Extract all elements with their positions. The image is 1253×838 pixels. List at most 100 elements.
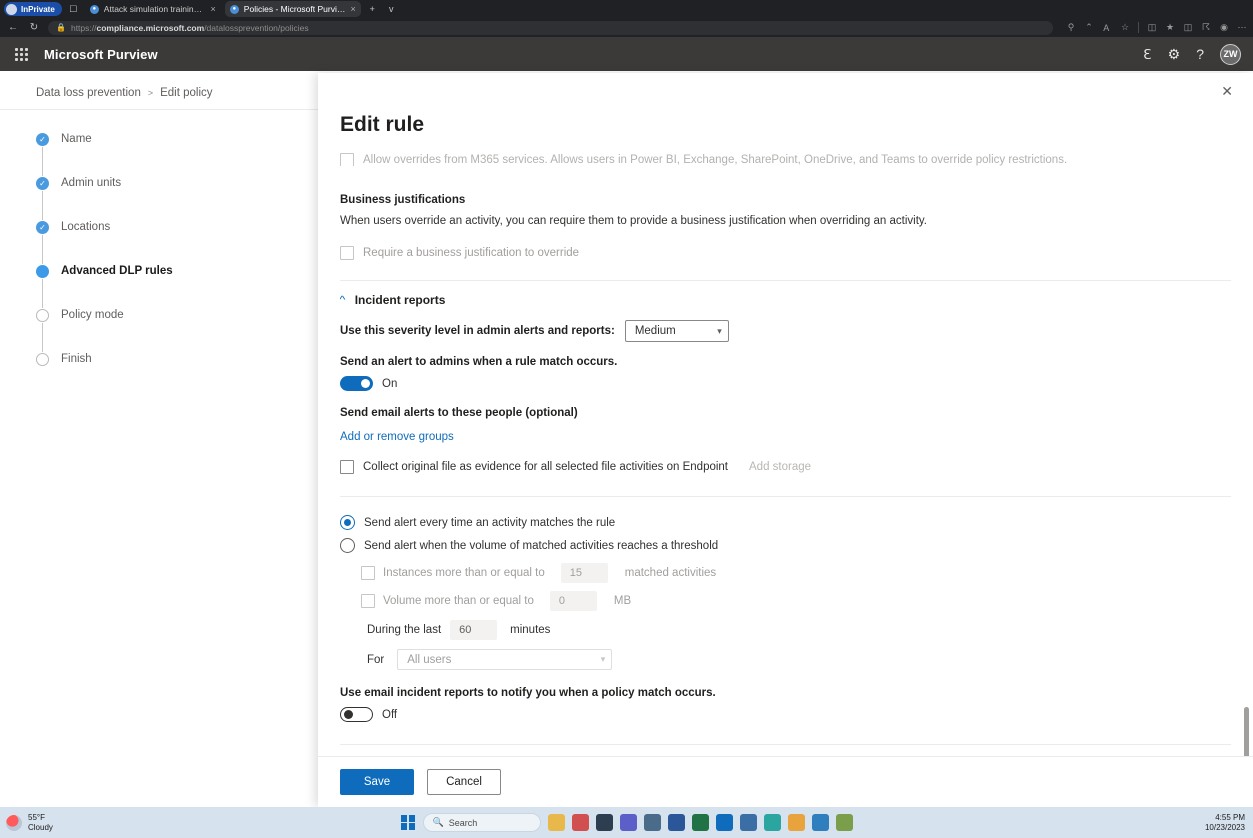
browser-tab-0[interactable]: ● Attack simulation training - Mic × [85, 1, 221, 17]
teams-icon[interactable] [620, 814, 637, 831]
explorer-icon[interactable] [548, 814, 565, 831]
url-path: /datalossprevention/policies [204, 23, 308, 33]
step-complete-icon: ✓ [36, 177, 49, 190]
read-aloud-icon[interactable]: A [1102, 23, 1112, 33]
close-tab-icon[interactable]: × [351, 4, 356, 14]
shield-icon: ● [90, 5, 99, 14]
collect-file-row[interactable]: Collect original file as evidence for al… [340, 460, 1231, 474]
radio-threshold[interactable] [340, 538, 355, 553]
inprivate-badge[interactable]: InPrivate [4, 2, 62, 16]
cancel-button[interactable]: Cancel [427, 769, 501, 795]
instances-input[interactable]: 15 [561, 563, 608, 583]
word-icon[interactable] [668, 814, 685, 831]
chrome-icon[interactable] [788, 814, 805, 831]
volume-label: Volume more than or equal to [383, 595, 534, 607]
email-alerts-label: Send email alerts to these people (optio… [340, 407, 1231, 419]
for-value: All users [407, 654, 600, 666]
collect-file-checkbox[interactable] [340, 460, 354, 474]
toggle-switch-off[interactable] [340, 707, 373, 722]
breadcrumb-item-0[interactable]: Data loss prevention [36, 87, 141, 99]
severity-row: Use this severity level in admin alerts … [340, 320, 1231, 342]
photos-icon[interactable] [572, 814, 589, 831]
volume-input[interactable]: 0 [550, 591, 597, 611]
favorite-star-icon[interactable]: ☆ [1120, 22, 1130, 33]
sidebar-item-label: Advanced DLP rules [61, 264, 173, 278]
store-icon[interactable] [740, 814, 757, 831]
taskbar-clock[interactable]: 4:55 PM 10/23/2023 [1205, 813, 1245, 833]
new-tab-button[interactable]: + [365, 2, 380, 17]
outlook-icon[interactable] [716, 814, 733, 831]
section-divider [340, 744, 1231, 745]
incident-reports-header[interactable]: ^ Incident reports [340, 293, 1231, 307]
instances-checkbox[interactable] [361, 566, 375, 580]
collections-icon[interactable]: ◫ [1183, 22, 1193, 33]
settings-icon[interactable] [644, 814, 661, 831]
avatar[interactable]: ZW [1220, 44, 1241, 65]
vertical-scrollbar[interactable] [1244, 707, 1249, 756]
favorites-bar-icon[interactable]: ★ [1165, 22, 1175, 33]
profile-icon[interactable]: ◉ [1219, 22, 1229, 33]
add-storage-link[interactable]: Add storage [749, 461, 811, 473]
radio-threshold-row[interactable]: Send alert when the volume of matched ac… [340, 538, 1231, 553]
step-connector [42, 323, 43, 352]
app-icon[interactable] [836, 814, 853, 831]
email-reports-state: Off [382, 709, 397, 721]
close-icon[interactable]: ✕ [1221, 84, 1233, 98]
browser-essentials-icon[interactable]: ☈ [1201, 22, 1211, 33]
for-select[interactable]: All users ▾ [397, 649, 612, 670]
taskbar: 55°F Cloudy 🔍 Search 4:55 PM 10/23/2023 [0, 807, 1253, 838]
breadcrumb-item-1[interactable]: Edit policy [160, 87, 212, 99]
require-justification-row[interactable]: Require a business justification to over… [340, 246, 1231, 260]
address-input[interactable]: 🔒 https://compliance.microsoft.com/datal… [48, 21, 1053, 35]
purview-icon: ● [230, 5, 239, 14]
app-launcher-icon[interactable] [12, 45, 30, 63]
volume-checkbox[interactable] [361, 594, 375, 608]
back-arrow-icon[interactable]: ← [6, 21, 20, 35]
require-justification-checkbox[interactable] [340, 246, 354, 260]
tab-search-icon[interactable]: ☐ [66, 2, 81, 17]
volume-value: 0 [559, 595, 565, 607]
email-reports-label: Use email incident reports to notify you… [340, 687, 1231, 699]
toggle-switch-on[interactable] [340, 376, 373, 391]
allow-overrides-checkbox[interactable] [340, 153, 354, 166]
vscode-icon[interactable] [812, 814, 829, 831]
during-last-input[interactable]: 60 [450, 620, 497, 640]
sidebar-item-label: Name [61, 132, 92, 146]
step-complete-icon: ✓ [36, 221, 49, 234]
business-justifications-heading: Business justifications [340, 194, 1231, 206]
allow-overrides-row[interactable]: Allow overrides from M365 services. Allo… [340, 153, 1231, 166]
radio-every-time[interactable] [340, 515, 355, 530]
refresh-icon[interactable]: ↻ [27, 21, 41, 35]
browser-tab-1[interactable]: ● Policies - Microsoft Purview × [225, 1, 361, 17]
excel-icon[interactable] [692, 814, 709, 831]
radio-every-time-label: Send alert every time an activity matche… [364, 517, 615, 529]
split-screen-icon[interactable]: ◫ [1147, 22, 1157, 33]
save-button[interactable]: Save [340, 769, 414, 795]
more-options-icon[interactable]: ⋯ [1237, 22, 1247, 33]
suite-header-actions: ℇ ⚙ ? ZW [1143, 44, 1241, 65]
share-icon[interactable]: ⌃ [1084, 22, 1094, 33]
terminal-icon[interactable] [596, 814, 613, 831]
email-reports-toggle[interactable]: Off [340, 707, 1231, 722]
edge-icon[interactable] [764, 814, 781, 831]
panel-scroll-area[interactable]: Allow overrides from M365 services. Allo… [340, 147, 1231, 756]
gear-icon[interactable]: ⚙ [1168, 47, 1181, 61]
search-input[interactable]: 🔍 Search [423, 813, 541, 832]
add-or-remove-groups-link[interactable]: Add or remove groups [340, 431, 1231, 443]
chevron-up-icon[interactable]: ^ [340, 295, 346, 306]
tab-list-chevron-down-icon[interactable]: v [384, 2, 399, 17]
step-pending-icon [36, 353, 49, 366]
diagnostics-icon[interactable]: ℇ [1143, 47, 1152, 61]
sidebar-item-label: Admin units [61, 176, 121, 190]
close-tab-icon[interactable]: × [211, 4, 216, 14]
zoom-icon[interactable]: ⚲ [1066, 22, 1076, 33]
step-connector [42, 235, 43, 264]
help-icon[interactable]: ? [1196, 47, 1204, 61]
windows-start-icon[interactable] [401, 815, 416, 830]
alert-admins-toggle[interactable]: On [340, 376, 1231, 391]
chevron-down-icon: ▾ [717, 326, 722, 337]
radio-every-time-row[interactable]: Send alert every time an activity matche… [340, 515, 1231, 530]
clock-time: 4:55 PM [1205, 813, 1245, 823]
section-divider [340, 496, 1231, 497]
severity-select[interactable]: Medium ▾ [625, 320, 729, 342]
